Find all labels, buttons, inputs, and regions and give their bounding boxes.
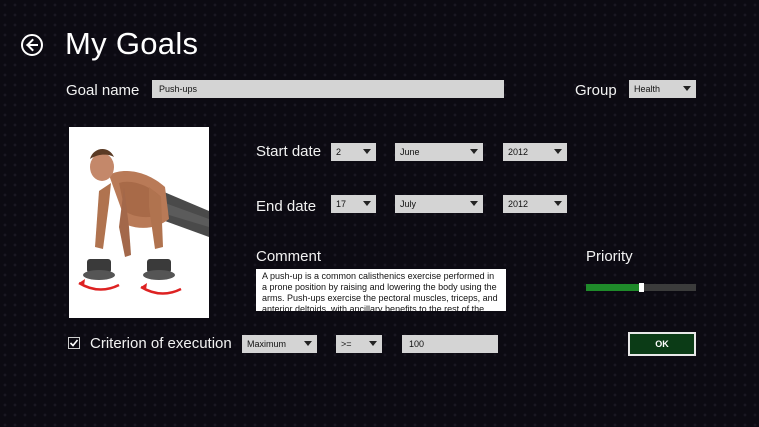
start-day-select[interactable]: 2 bbox=[331, 143, 376, 161]
goal-image bbox=[69, 127, 209, 318]
criterion-value-input[interactable] bbox=[402, 335, 498, 353]
chevron-down-icon bbox=[304, 341, 312, 346]
criterion-label: Criterion of execution bbox=[90, 335, 232, 352]
goal-name-input[interactable] bbox=[152, 80, 504, 98]
priority-slider-fill bbox=[586, 284, 641, 291]
chevron-down-icon bbox=[683, 86, 691, 91]
checkmark-icon bbox=[69, 339, 79, 347]
criterion-operator-value: >= bbox=[341, 339, 352, 349]
comment-textarea[interactable]: A push-up is a common calisthenics exerc… bbox=[256, 269, 506, 311]
chevron-down-icon bbox=[470, 149, 478, 154]
chevron-down-icon bbox=[363, 201, 371, 206]
arrow-left-icon bbox=[26, 38, 38, 52]
chevron-down-icon bbox=[363, 149, 371, 154]
criterion-type-value: Maximum bbox=[247, 339, 287, 349]
priority-label: Priority bbox=[586, 248, 633, 265]
chevron-down-icon bbox=[470, 201, 478, 206]
group-select[interactable]: Health bbox=[629, 80, 696, 98]
end-year-select[interactable]: 2012 bbox=[503, 195, 567, 213]
end-day-select[interactable]: 17 bbox=[331, 195, 376, 213]
start-date-label: Start date bbox=[256, 143, 322, 160]
comment-label: Comment bbox=[256, 248, 322, 265]
end-month-select[interactable]: July bbox=[395, 195, 483, 213]
end-month-value: July bbox=[400, 199, 417, 209]
criterion-operator-select[interactable]: >= bbox=[336, 335, 382, 353]
push-up-photo bbox=[69, 127, 209, 318]
priority-slider-thumb[interactable] bbox=[639, 283, 644, 292]
group-label: Group bbox=[575, 82, 617, 99]
start-month-select[interactable]: June bbox=[395, 143, 483, 161]
criterion-type-select[interactable]: Maximum bbox=[242, 335, 317, 353]
start-year-value: 2012 bbox=[508, 147, 529, 157]
chevron-down-icon bbox=[554, 149, 562, 154]
start-year-select[interactable]: 2012 bbox=[503, 143, 567, 161]
group-select-value: Health bbox=[634, 84, 661, 94]
goal-name-label: Goal name bbox=[66, 82, 140, 99]
page-title: My Goals bbox=[65, 26, 199, 61]
chevron-down-icon bbox=[554, 201, 562, 206]
back-button[interactable] bbox=[21, 34, 43, 56]
start-month-value: June bbox=[400, 147, 420, 157]
chevron-down-icon bbox=[369, 341, 377, 346]
criterion-checkbox[interactable] bbox=[68, 337, 80, 349]
end-year-value: 2012 bbox=[508, 199, 529, 209]
start-day-value: 2 bbox=[336, 147, 342, 157]
priority-slider[interactable] bbox=[586, 283, 696, 292]
end-date-label: End date bbox=[256, 198, 317, 215]
end-day-value: 17 bbox=[336, 199, 347, 209]
ok-button[interactable]: OK bbox=[628, 332, 696, 356]
